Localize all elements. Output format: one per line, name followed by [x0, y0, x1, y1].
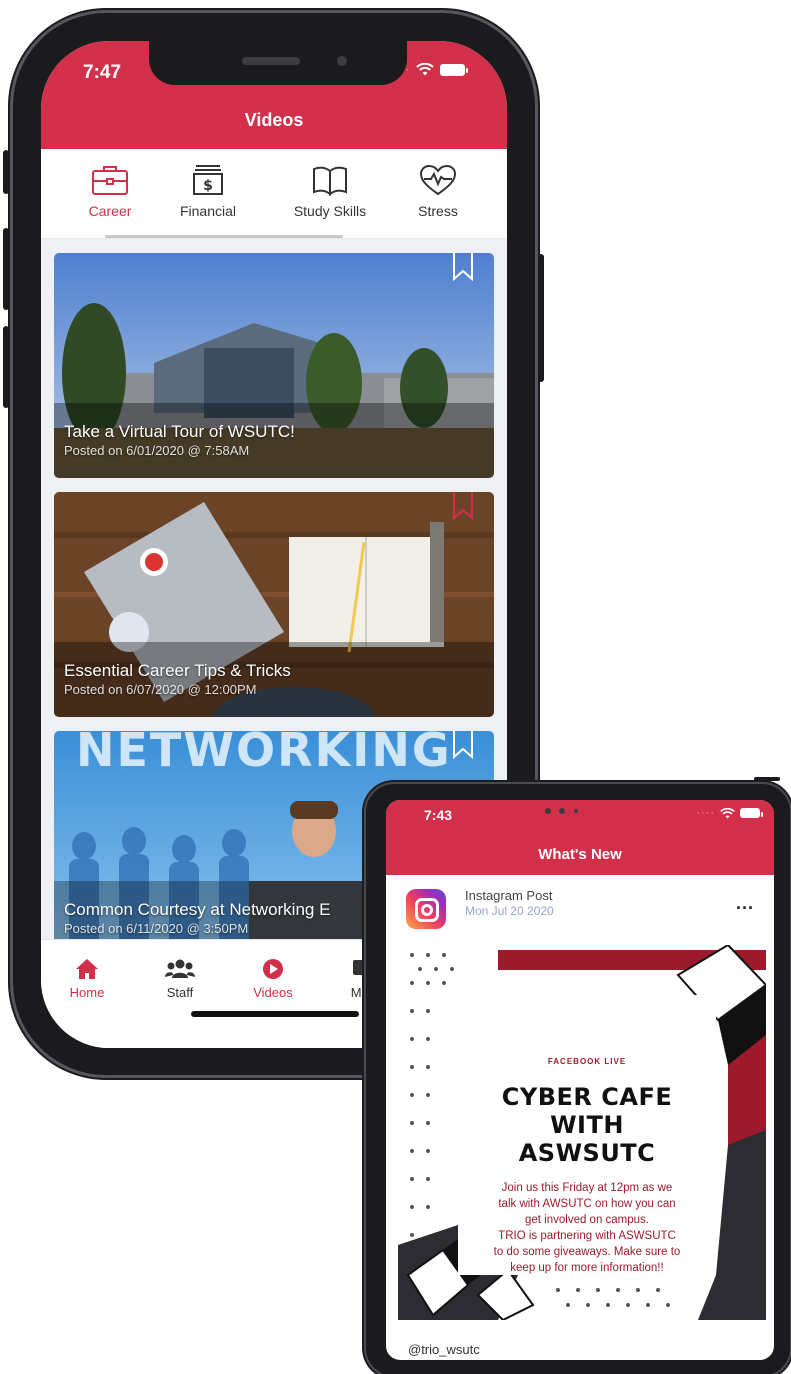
flyer-body-line: get involved on campus.: [524, 1214, 650, 1226]
tab-label: Stress: [418, 203, 458, 219]
tablet-sensor: [574, 809, 578, 813]
video-title: Essential Career Tips & Tricks: [64, 661, 291, 680]
tab-stress[interactable]: Stress: [383, 163, 493, 219]
flyer-body-line: keep up for more information!!: [510, 1262, 664, 1274]
video-date: Posted on 6/07/2020 @ 12:00PM: [64, 682, 257, 697]
home-icon: [76, 959, 98, 979]
nav-home[interactable]: Home: [47, 958, 127, 1000]
page-title: What's New: [538, 846, 622, 863]
nav-label: Videos: [253, 985, 293, 1000]
tabs-scroll-indicator[interactable]: [105, 235, 343, 238]
phone-mute-switch: [3, 150, 9, 194]
signal-dots-icon: ····: [696, 807, 715, 819]
post-image[interactable]: FACEBOOK LIVE CYBER CAFE WITH ASWSUTC Jo…: [398, 945, 766, 1320]
wifi-icon: [720, 807, 735, 818]
bookmark-icon[interactable]: [452, 492, 474, 520]
front-camera: [337, 56, 347, 66]
post-type: Instagram Post: [465, 888, 553, 903]
tablet-camera: [559, 808, 565, 814]
tablet-top-button: [754, 777, 780, 781]
more-options-button[interactable]: ...: [736, 893, 754, 914]
tablet-screen: 7:43 ···· What's New Instagram Post Mon …: [386, 800, 774, 1360]
nav-label: Home: [69, 985, 105, 1000]
tablet-device: 7:43 ···· What's New Instagram Post Mon …: [362, 777, 791, 1374]
tablet-sensor: [545, 808, 551, 814]
phone-volume-up-button: [3, 228, 9, 310]
post-header: Instagram Post Mon Jul 20 2020 ...: [386, 875, 774, 939]
svg-text:$: $: [203, 178, 213, 194]
nav-label: Staff: [166, 985, 194, 1000]
nav-staff[interactable]: Staff: [140, 958, 220, 1000]
video-card[interactable]: Essential Career Tips & Tricks Posted on…: [54, 492, 494, 717]
flyer-title-line: ASWSUTC: [518, 1139, 656, 1167]
instagram-icon: [406, 889, 446, 929]
battery-icon: [740, 808, 763, 818]
phone-power-button: [538, 254, 544, 382]
flyer-title-line: CYBER CAFE: [501, 1083, 673, 1111]
flyer-body-line: TRIO is partnering with ASWSUTC: [498, 1230, 676, 1242]
video-date: Posted on 6/11/2020 @ 3:50PM: [64, 921, 249, 936]
video-title: Take a Virtual Tour of WSUTC!: [64, 422, 295, 441]
post-date: Mon Jul 20 2020: [465, 904, 554, 918]
flyer-panel: FACEBOOK LIVE CYBER CAFE WITH ASWSUTC Jo…: [458, 995, 716, 1275]
video-banner-text: NETWORKING: [76, 731, 452, 777]
users-icon: [165, 959, 195, 978]
flyer-body-line: Join us this Friday at 12pm as we: [501, 1182, 673, 1194]
tab-financial[interactable]: $ Financial: [153, 163, 263, 219]
play-icon: [263, 959, 283, 979]
book-icon: [313, 166, 347, 197]
phone-notch: [149, 41, 407, 85]
bookmark-icon[interactable]: [452, 253, 474, 281]
video-title: Common Courtesy at Networking E: [64, 900, 331, 919]
page-title: Videos: [244, 110, 304, 130]
nav-videos[interactable]: Videos: [233, 958, 313, 1000]
post-handle[interactable]: @trio_wsutc: [408, 1342, 480, 1357]
flyer-body-line: talk with AWSUTC on how you can: [498, 1198, 676, 1210]
tab-label: Study Skills: [293, 203, 367, 219]
money-icon: $: [193, 165, 223, 195]
battery-icon: [440, 63, 468, 76]
briefcase-icon: [92, 166, 128, 195]
wifi-icon: [416, 63, 434, 76]
flyer-title-line: WITH: [550, 1111, 624, 1139]
tab-career[interactable]: Career: [55, 163, 165, 219]
phone-volume-down-button: [3, 326, 9, 408]
tab-label: Career: [88, 203, 132, 219]
home-indicator[interactable]: [191, 1011, 359, 1017]
flyer-body-line: to do some giveaways. Make sure to: [493, 1246, 681, 1258]
category-tabs: Career $ Financial Study Skills Stress: [41, 149, 507, 239]
video-date: Posted on 6/01/2020 @ 7:58AM: [64, 443, 250, 458]
video-card[interactable]: Take a Virtual Tour of WSUTC! Posted on …: [54, 253, 494, 478]
app-header: 7:43 ···· What's New: [386, 800, 774, 875]
bookmark-icon[interactable]: [452, 731, 474, 759]
tab-label: Financial: [179, 203, 237, 219]
status-time: 7:43: [424, 807, 453, 823]
tab-study-skills[interactable]: Study Skills: [275, 163, 385, 219]
status-time: 7:47: [83, 62, 122, 83]
heart-pulse-icon: [419, 164, 457, 196]
speaker-grille: [242, 57, 300, 65]
flyer-label: FACEBOOK LIVE: [547, 1057, 627, 1066]
status-indicators: ····: [696, 807, 763, 819]
